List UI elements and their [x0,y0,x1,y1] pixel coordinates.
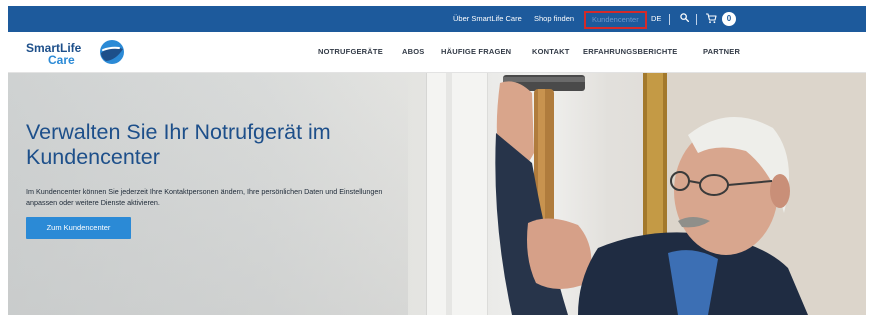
browser-page: Über SmartLife Care Shop finden Kundence… [8,6,866,315]
about-link[interactable]: Über SmartLife Care [453,6,522,32]
nav-haeufige-fragen[interactable]: HÄUFIGE FRAGEN [441,32,511,72]
search-icon[interactable] [680,13,689,22]
nav-abos[interactable]: ABOS [402,32,424,72]
shop-finder-link[interactable]: Shop finden [534,6,574,32]
logo-swoosh-icon [100,40,124,64]
nav-partner[interactable]: PARTNER [703,32,740,72]
language-selector[interactable]: DE [651,6,661,32]
cart-icon[interactable] [705,12,717,24]
nav-kontakt[interactable]: KONTAKT [532,32,570,72]
main-header: SmartLife Care NOTRUFGERÄTE ABOS HÄUFIGE… [8,32,866,73]
divider [669,14,670,25]
logo-text-care: Care [48,53,75,67]
hero-description: Im Kundencenter können Sie jederzeit Ihr… [26,187,383,207]
smartlife-care-logo[interactable]: SmartLife Care [26,38,136,68]
hero-title: Verwalten Sie Ihr Notrufgerät im Kundenc… [26,120,331,169]
zum-kundencenter-button[interactable]: Zum Kundencenter [26,217,131,239]
cart-count-badge[interactable]: 0 [722,12,736,26]
kundencenter-link[interactable]: Kundencenter [584,11,647,29]
hero-banner: Verwalten Sie Ihr Notrufgerät im Kundenc… [8,73,866,315]
utility-bar: Über SmartLife Care Shop finden Kundence… [8,6,866,32]
divider [696,14,697,25]
hero-photo-senior-with-hammer [495,73,866,315]
nav-notrufgeraete[interactable]: NOTRUFGERÄTE [318,32,383,72]
nav-erfahrungsberichte[interactable]: ERFAHRUNGSBERICHTE [583,32,677,72]
